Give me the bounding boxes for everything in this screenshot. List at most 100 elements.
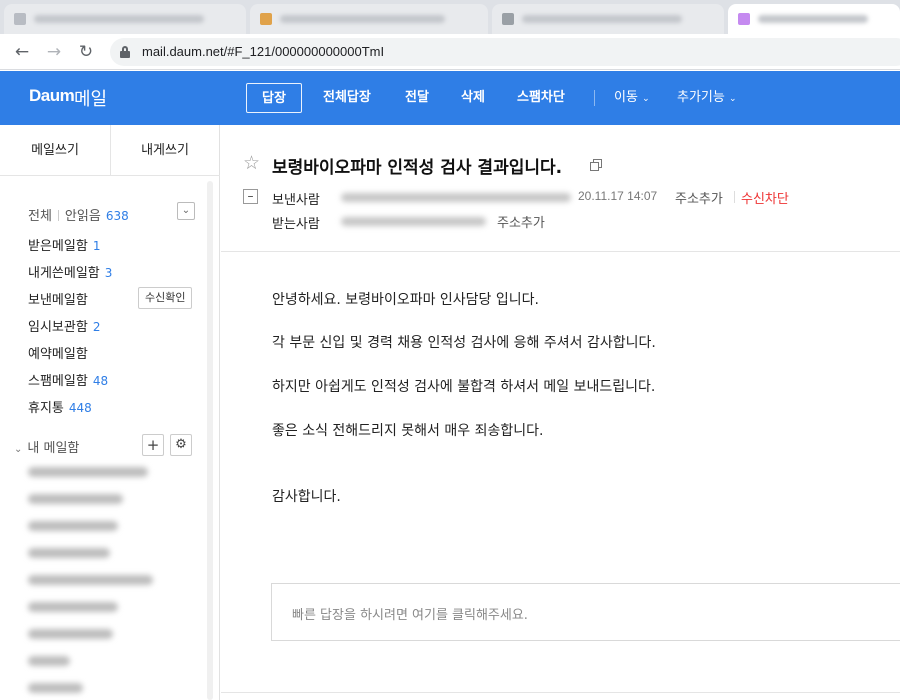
folder-label: 내게쓴메일함 — [28, 266, 100, 281]
custom-folder-blurred[interactable] — [28, 575, 153, 585]
folder-count: 1 — [92, 239, 101, 253]
recipient-address-blurred — [341, 217, 486, 226]
move-dropdown[interactable]: 이동 ⌄ — [614, 83, 650, 113]
gear-icon[interactable]: ⚙ — [170, 434, 192, 456]
tab-title-blurred — [522, 15, 682, 23]
folder-drafts[interactable]: 임시보관함 2 — [28, 316, 100, 335]
chevron-down-icon: ⌄ — [14, 444, 23, 455]
all-mail-link[interactable]: 전체 — [28, 209, 52, 224]
body-line: 하지만 아쉽게도 인적성 검사에 불합격 하셔서 메일 보내드립니다. — [272, 379, 656, 395]
collapse-header-icon[interactable]: – — [243, 189, 258, 204]
browser-tab-strip — [0, 0, 900, 34]
custom-folder-blurred[interactable] — [28, 467, 148, 477]
folder-count: 48 — [92, 374, 109, 388]
folder-scheduled[interactable]: 예약메일함 — [28, 343, 88, 362]
move-label: 이동 — [614, 90, 638, 105]
browser-tab[interactable] — [4, 4, 246, 34]
header-divider — [221, 251, 900, 252]
reload-icon[interactable]: ↻ — [74, 40, 98, 64]
service-name[interactable]: 메일 — [74, 85, 107, 111]
folder-to-self[interactable]: 내게쓴메일함 3 — [28, 262, 112, 281]
folder-label: 예약메일함 — [28, 347, 88, 362]
quick-reply-placeholder: 빠른 답장을 하시려면 여기를 클릭해주세요. — [292, 608, 528, 623]
folder-count: 3 — [104, 266, 113, 280]
custom-folder-blurred[interactable] — [28, 629, 113, 639]
copy-icon[interactable] — [590, 159, 602, 171]
body-line: 감사합니다. — [272, 489, 341, 505]
browser-toolbar: ← → ↻ mail.daum.net/#F_121/000000000000T… — [0, 34, 900, 70]
my-mailbox-label: 내 메일함 — [27, 441, 80, 456]
browser-tab-active[interactable] — [728, 4, 900, 34]
folder-count: 448 — [68, 401, 92, 415]
body-line: 좋은 소식 전해드리지 못해서 매우 죄송합니다. — [272, 423, 544, 439]
forward-arrow-icon[interactable]: → — [42, 40, 66, 64]
forward-button[interactable]: 전달 — [405, 83, 429, 113]
tab-favicon-icon — [502, 13, 514, 25]
folder-trash[interactable]: 휴지통 448 — [28, 397, 92, 416]
tab-favicon-icon — [738, 13, 750, 25]
add-folder-icon[interactable]: + — [142, 434, 164, 456]
reply-button[interactable]: 답장 — [246, 83, 302, 113]
url-text[interactable]: mail.daum.net/#F_121/000000000000TmI — [142, 44, 384, 59]
block-spam-button[interactable]: 스팸차단 — [517, 83, 565, 113]
add-sender-address-link[interactable]: 주소추가 — [675, 188, 723, 207]
custom-folder-blurred[interactable] — [28, 683, 83, 693]
sender-address-blurred — [341, 193, 571, 202]
message-date: 20.11.17 14:07 — [578, 189, 658, 203]
sidebar-scrollbar[interactable] — [207, 181, 213, 700]
folder-label: 휴지통 — [28, 401, 64, 416]
back-arrow-icon[interactable]: ← — [10, 40, 34, 64]
custom-folder-blurred[interactable] — [28, 548, 110, 558]
delete-button[interactable]: 삭제 — [461, 83, 485, 113]
mailbox-summary: 전체 안읽음 638 — [28, 205, 129, 224]
tab-title-blurred — [758, 15, 868, 23]
custom-folder-blurred[interactable] — [28, 602, 118, 612]
chevron-down-icon[interactable]: ⌄ — [177, 202, 195, 220]
compose-to-self-button[interactable]: 내게쓰기 — [110, 125, 220, 176]
unread-link[interactable]: 안읽음 — [65, 209, 101, 224]
more-label: 추가기능 — [677, 90, 725, 105]
block-sender-link[interactable]: 수신차단 — [741, 188, 789, 207]
my-mailbox-toggle[interactable]: ⌄ 내 메일함 — [14, 437, 79, 456]
compose-buttons: 메일쓰기 내게쓰기 — [0, 125, 220, 176]
quick-reply-box[interactable]: 빠른 답장을 하시려면 여기를 클릭해주세요. — [271, 583, 900, 641]
lock-icon — [120, 46, 130, 58]
reply-all-button[interactable]: 전체답장 — [323, 83, 371, 113]
folder-label: 임시보관함 — [28, 320, 88, 335]
mail-header: Daum 메일 답장 전체답장 전달 삭제 스팸차단 이동 ⌄ 추가기능 ⌄ — [0, 71, 900, 125]
body-line: 각 부문 신입 및 경력 채용 인적성 검사에 응해 주셔서 감사합니다. — [272, 335, 656, 351]
folder-spam[interactable]: 스팸메일함 48 — [28, 370, 108, 389]
compose-button[interactable]: 메일쓰기 — [0, 125, 110, 176]
chevron-down-icon: ⌄ — [728, 94, 737, 104]
custom-folder-blurred[interactable] — [28, 521, 118, 531]
folder-label: 받은메일함 — [28, 239, 88, 254]
folder-label: 보낸메일함 — [28, 293, 88, 308]
folder-inbox[interactable]: 받은메일함 1 — [28, 235, 100, 254]
star-icon[interactable]: ☆ — [243, 152, 260, 174]
folder-label: 스팸메일함 — [28, 374, 88, 389]
toolbar-divider — [594, 90, 595, 106]
recipient-label: 받는사람 — [272, 217, 320, 232]
body-line: 안녕하세요. 보령바이오파마 인사담당 입니다. — [272, 292, 539, 308]
browser-tab[interactable] — [492, 4, 724, 34]
folder-sent[interactable]: 보낸메일함 — [28, 289, 88, 308]
divider — [734, 191, 735, 203]
chevron-down-icon: ⌄ — [642, 94, 650, 104]
message-subject: 보령바이오파마 인적성 검사 결과입니다. — [272, 158, 563, 178]
read-receipt-button[interactable]: 수신확인 — [138, 287, 193, 309]
more-functions-dropdown[interactable]: 추가기능 ⌄ — [677, 83, 737, 113]
sender-label: 보낸사람 — [272, 193, 320, 208]
folder-count: 2 — [92, 320, 101, 334]
daum-logo[interactable]: Daum — [29, 86, 75, 106]
custom-folder-blurred[interactable] — [28, 494, 123, 504]
address-bar[interactable]: mail.daum.net/#F_121/000000000000TmI — [110, 38, 900, 66]
tab-title-blurred — [280, 15, 445, 23]
custom-folder-blurred[interactable] — [28, 656, 70, 666]
add-recipient-address-link[interactable]: 주소추가 — [497, 212, 545, 231]
footer-divider — [221, 692, 900, 693]
message-view: ☆ 보령바이오파마 인적성 검사 결과입니다. – 보낸사람 20.11.17 … — [221, 125, 900, 700]
tab-title-blurred — [34, 15, 204, 23]
browser-tab[interactable] — [250, 4, 488, 34]
unread-count: 638 — [105, 209, 129, 223]
tab-favicon-icon — [14, 13, 26, 25]
